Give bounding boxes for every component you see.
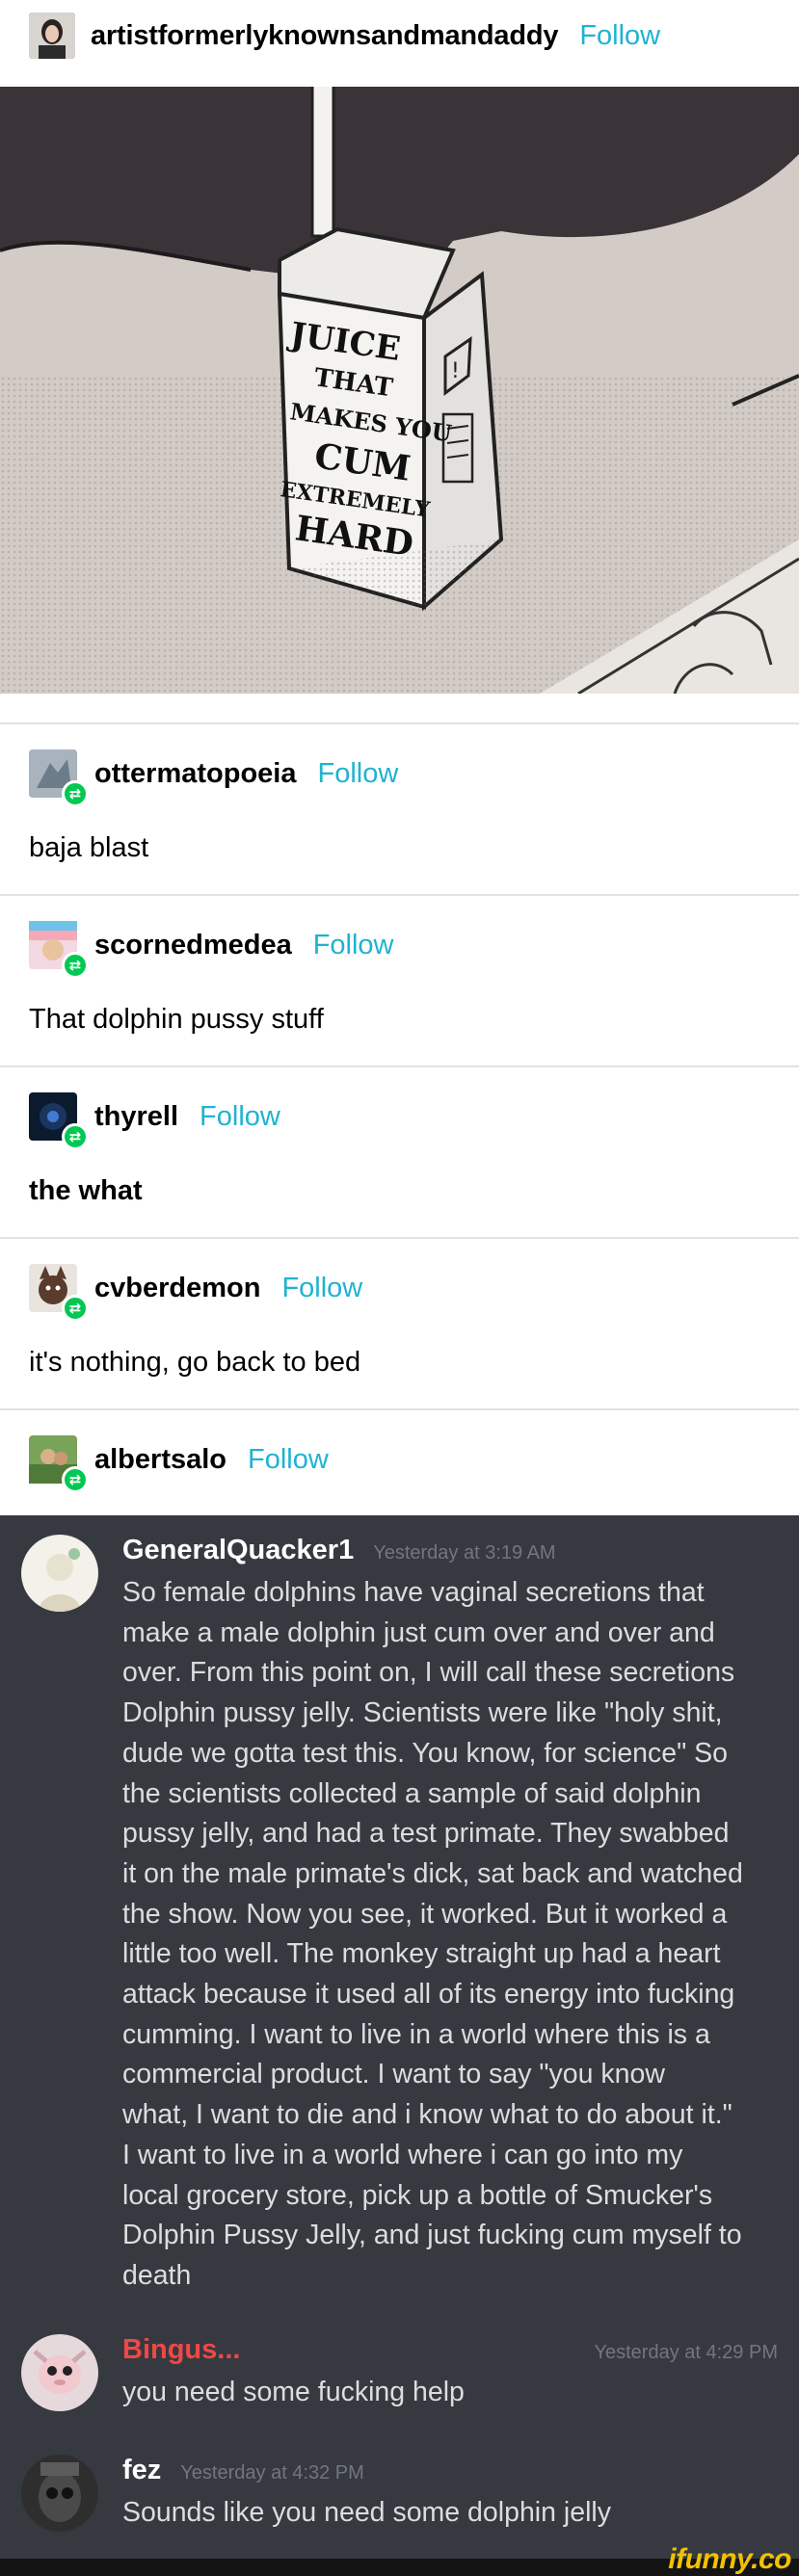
message-line: I want to live in a world where i can go…: [122, 2139, 683, 2170]
reblog-entry: ⇄ ottermatopoeia Follow baja blast: [0, 723, 799, 894]
reblog-username[interactable]: thyrell: [94, 1101, 178, 1133]
avatar[interactable]: ⇄: [29, 1435, 89, 1493]
follow-button[interactable]: Follow: [200, 1101, 280, 1133]
reblog-header: ⇄ cvberdemon Follow: [29, 1264, 362, 1322]
avatar[interactable]: [21, 2334, 98, 2411]
reblog-header: ⇄ scornedmedea Follow: [29, 921, 394, 979]
reblog-header: ⇄ ottermatopoeia Follow: [29, 749, 398, 807]
reblog-header: ⇄ albertsalo Follow: [29, 1435, 329, 1493]
message-line: what, I want to die and i know what to d…: [122, 2099, 732, 2131]
reblog-entry: ⇄ scornedmedea Follow That dolphin pussy…: [0, 894, 799, 1065]
reblog-icon: ⇄: [62, 1295, 89, 1322]
message-line: pussy jelly, and had a test primate. The…: [122, 1818, 730, 1850]
author-name[interactable]: fez: [122, 2455, 161, 2486]
reblog-entry: ⇄ cvberdemon Follow it's nothing, go bac…: [0, 1237, 799, 1408]
message-line: over. From this point on, I will call th…: [122, 1657, 735, 1689]
message-line: you need some fucking help: [122, 2377, 465, 2407]
message-line: local grocery store, pick up a bottle of…: [122, 2179, 713, 2211]
message-body: you need some fucking help: [122, 2373, 787, 2413]
reblog-username[interactable]: ottermatopoeia: [94, 758, 296, 790]
timestamp: Yesterday at 3:19 AM: [373, 1542, 556, 1564]
reblog-icon: ⇄: [62, 780, 89, 807]
message-line: death: [122, 2259, 192, 2291]
follow-button[interactable]: Follow: [313, 930, 394, 961]
reblog-username[interactable]: cvberdemon: [94, 1273, 260, 1304]
discord-screenshot: GeneralQuacker1 Yesterday at 3:19 AM So …: [0, 1515, 799, 2559]
reblog-username[interactable]: scornedmedea: [94, 930, 292, 961]
reblog-entry: ⇄ thyrell Follow the what: [0, 1065, 799, 1237]
message-line: the show. Now you see, it worked. But it…: [122, 1898, 728, 1930]
avatar[interactable]: ⇄: [29, 1092, 89, 1150]
follow-button[interactable]: Follow: [317, 758, 398, 790]
timestamp: Yesterday at 4:29 PM: [594, 2342, 779, 2363]
avatar[interactable]: ⇄: [29, 749, 89, 807]
message-line: dude we gotta test this. You know, for s…: [122, 1737, 729, 1769]
message-header: fez Yesterday at 4:32 PM: [122, 2455, 364, 2486]
message-header: Bingus... Yesterday at 4:29 PM: [122, 2334, 778, 2366]
reblog-icon: ⇄: [62, 1466, 89, 1493]
reblog-text: the what: [29, 1175, 143, 1206]
reblog-icon: ⇄: [62, 952, 89, 979]
message-header: GeneralQuacker1 Yesterday at 3:19 AM: [122, 1535, 556, 1566]
reblog-entry: ⇄ albertsalo Follow: [0, 1408, 799, 1515]
avatar[interactable]: ⇄: [29, 921, 89, 979]
post-header: artistformerlyknownsandmandaddy Follow: [0, 0, 799, 71]
avatar[interactable]: [21, 2455, 98, 2532]
message-body: Sounds like you need some dolphin jelly: [122, 2493, 787, 2534]
message-line: So female dolphins have vaginal secretio…: [122, 1577, 705, 1608]
op-username[interactable]: artistformerlyknownsandmandaddy: [91, 20, 559, 52]
svg-text:!: !: [451, 359, 460, 383]
timestamp: Yesterday at 4:32 PM: [180, 2462, 364, 2484]
message-line: make a male dolphin just cum over and ov…: [122, 1617, 715, 1648]
message-line: the scientists collected a sample of sai…: [122, 1777, 702, 1809]
reblog-text: That dolphin pussy stuff: [29, 1004, 324, 1035]
follow-button[interactable]: Follow: [248, 1444, 329, 1476]
author-name[interactable]: Bingus...: [122, 2334, 240, 2366]
message-line: Dolphin pussy jelly. Scientists were lik…: [122, 1697, 723, 1729]
juice-box-image: ! JUICE THAT MAKES YOU CUM EXTREMELY HAR…: [0, 87, 799, 694]
reblog-text: it's nothing, go back to bed: [29, 1347, 361, 1378]
reblog-text: baja blast: [29, 832, 149, 863]
author-name[interactable]: GeneralQuacker1: [122, 1535, 354, 1566]
reblog-username[interactable]: albertsalo: [94, 1444, 226, 1476]
message-line: Dolphin Pussy Jelly, and just fucking cu…: [122, 2220, 742, 2251]
reblog-header: ⇄ thyrell Follow: [29, 1092, 280, 1150]
message-line: it on the male primate's dick, sat back …: [122, 1857, 743, 1889]
message-line: cumming. I want to live in a world where…: [122, 2018, 710, 2050]
op-follow-button[interactable]: Follow: [579, 20, 660, 52]
message-line: Sounds like you need some dolphin jelly: [122, 2497, 611, 2528]
ifunny-watermark: ifunny.co: [668, 2543, 791, 2575]
follow-button[interactable]: Follow: [281, 1273, 362, 1304]
message-line: commercial product. I want to say "you k…: [122, 2059, 665, 2090]
message-line: little too well. The monkey straight up …: [122, 1938, 721, 1970]
message-body: So female dolphins have vaginal secretio…: [122, 1573, 787, 2297]
message-line: attack because it used all of its energy…: [122, 1979, 735, 2011]
reblog-icon: ⇄: [62, 1123, 89, 1150]
avatar[interactable]: [21, 1535, 98, 1612]
op-avatar[interactable]: [29, 13, 75, 59]
avatar[interactable]: ⇄: [29, 1264, 89, 1322]
